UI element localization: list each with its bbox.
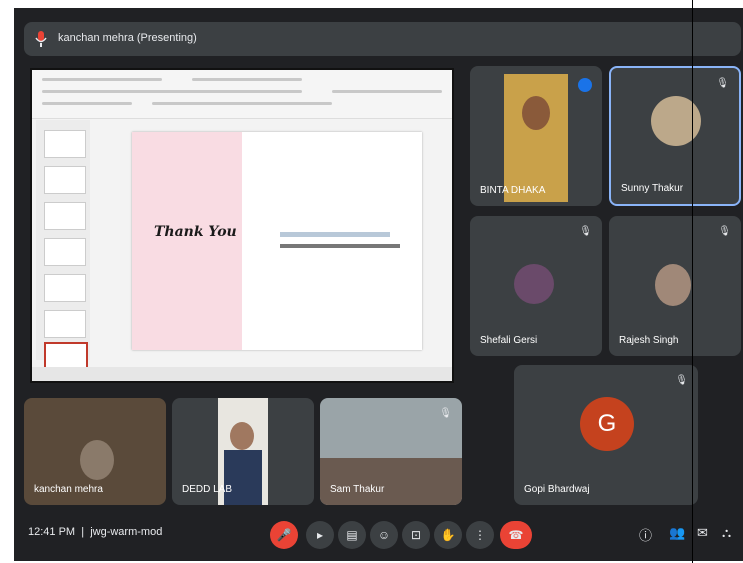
meeting-time-code: 12:41 PM | jwg-warm-mod [28, 526, 163, 538]
video-feed [504, 74, 568, 202]
present-button[interactable]: ⊡ [402, 521, 430, 549]
slide-link-line [280, 232, 390, 237]
slide-thumbnails-panel [36, 120, 90, 372]
shared-screen[interactable]: Thank You [30, 68, 454, 383]
current-slide: Thank You [132, 132, 422, 350]
participant-tile-binta[interactable]: BINTA DHAKA [470, 66, 602, 206]
speaking-indicator-icon [578, 78, 592, 92]
more-options-button[interactable]: ⋮ [466, 521, 494, 549]
divider-line [692, 0, 693, 563]
chat-icon[interactable]: ✉ [697, 525, 708, 541]
presenter-bar: kanchan mehra (Presenting) [24, 22, 741, 56]
muted-icon: 🎙 [716, 78, 729, 89]
participant-tile-sunny[interactable]: 🎙 Sunny Thakur [609, 66, 741, 206]
participant-tile-kanchan[interactable]: kanchan mehra [24, 398, 166, 505]
participant-name: Gopi Bhardwaj [524, 484, 590, 495]
muted-icon: 🎙 [718, 226, 731, 237]
participant-name: Sunny Thakur [621, 183, 684, 194]
slide-thank-you-text: Thank You [154, 224, 237, 240]
participant-name: BINTA DHAKA [480, 185, 546, 196]
slide-pink-panel [132, 132, 242, 350]
participant-name: Shefali Gersi [480, 335, 538, 346]
participant-tile-dedd[interactable]: DEDD LAB [172, 398, 314, 505]
slide-thumbnail[interactable] [44, 166, 86, 194]
slide-thumbnail[interactable] [44, 238, 86, 266]
activities-icon[interactable]: ⛬ [722, 525, 731, 541]
slide-thumbnail[interactable] [44, 202, 86, 230]
participant-tile-rajesh[interactable]: 🎙 Rajesh Singh [609, 216, 741, 356]
slide-thumbnail[interactable] [44, 130, 86, 158]
avatar [514, 264, 554, 304]
muted-icon: 🎙 [579, 226, 592, 237]
clock-time: 12:41 PM [28, 526, 76, 538]
captions-button[interactable]: ▤ [338, 521, 366, 549]
raise-hand-button[interactable]: ✋ [434, 521, 462, 549]
video-feed [320, 458, 462, 505]
slide-thumbnail[interactable] [44, 274, 86, 302]
avatar [655, 264, 691, 306]
participant-tile-gopi[interactable]: G 🎙 Gopi Bhardwaj [514, 365, 698, 505]
presenter-title: kanchan mehra (Presenting) [58, 32, 197, 44]
mic-icon [35, 31, 47, 47]
avatar [651, 96, 701, 146]
meet-window: kanchan mehra (Presenting) Thank You BIN… [14, 8, 743, 561]
info-icon[interactable]: ⓘ [639, 525, 652, 544]
participant-name: Sam Thakur [330, 484, 385, 495]
meeting-code: jwg-warm-mod [90, 526, 163, 538]
powerpoint-ribbon [32, 70, 452, 119]
camera-toggle-button[interactable]: ▸ [306, 521, 334, 549]
powerpoint-status-bar [32, 367, 452, 381]
participant-name: kanchan mehra [34, 484, 103, 495]
avatar-initial: G [580, 397, 634, 451]
slide-thumbnail[interactable] [44, 310, 86, 338]
leave-call-button[interactable]: ☎ [500, 521, 532, 549]
participant-tile-sam[interactable]: 🎙 Sam Thakur [320, 398, 462, 505]
mic-toggle-button[interactable]: 🎤 [270, 521, 298, 549]
video-feed [80, 440, 114, 480]
slide-text-line [280, 244, 400, 248]
muted-icon: 🎙 [439, 408, 452, 419]
emoji-button[interactable]: ☺ [370, 521, 398, 549]
muted-icon: 🎙 [675, 375, 688, 386]
participant-name: DEDD LAB [182, 484, 233, 495]
people-icon[interactable]: 👥 [669, 525, 685, 541]
control-bar: 12:41 PM | jwg-warm-mod 🎤 ▸ ▤ ☺ ⊡ ✋ ⋮ ☎ … [14, 509, 743, 561]
participant-tile-shefali[interactable]: 🎙 Shefali Gersi [470, 216, 602, 356]
participant-name: Rajesh Singh [619, 335, 679, 346]
